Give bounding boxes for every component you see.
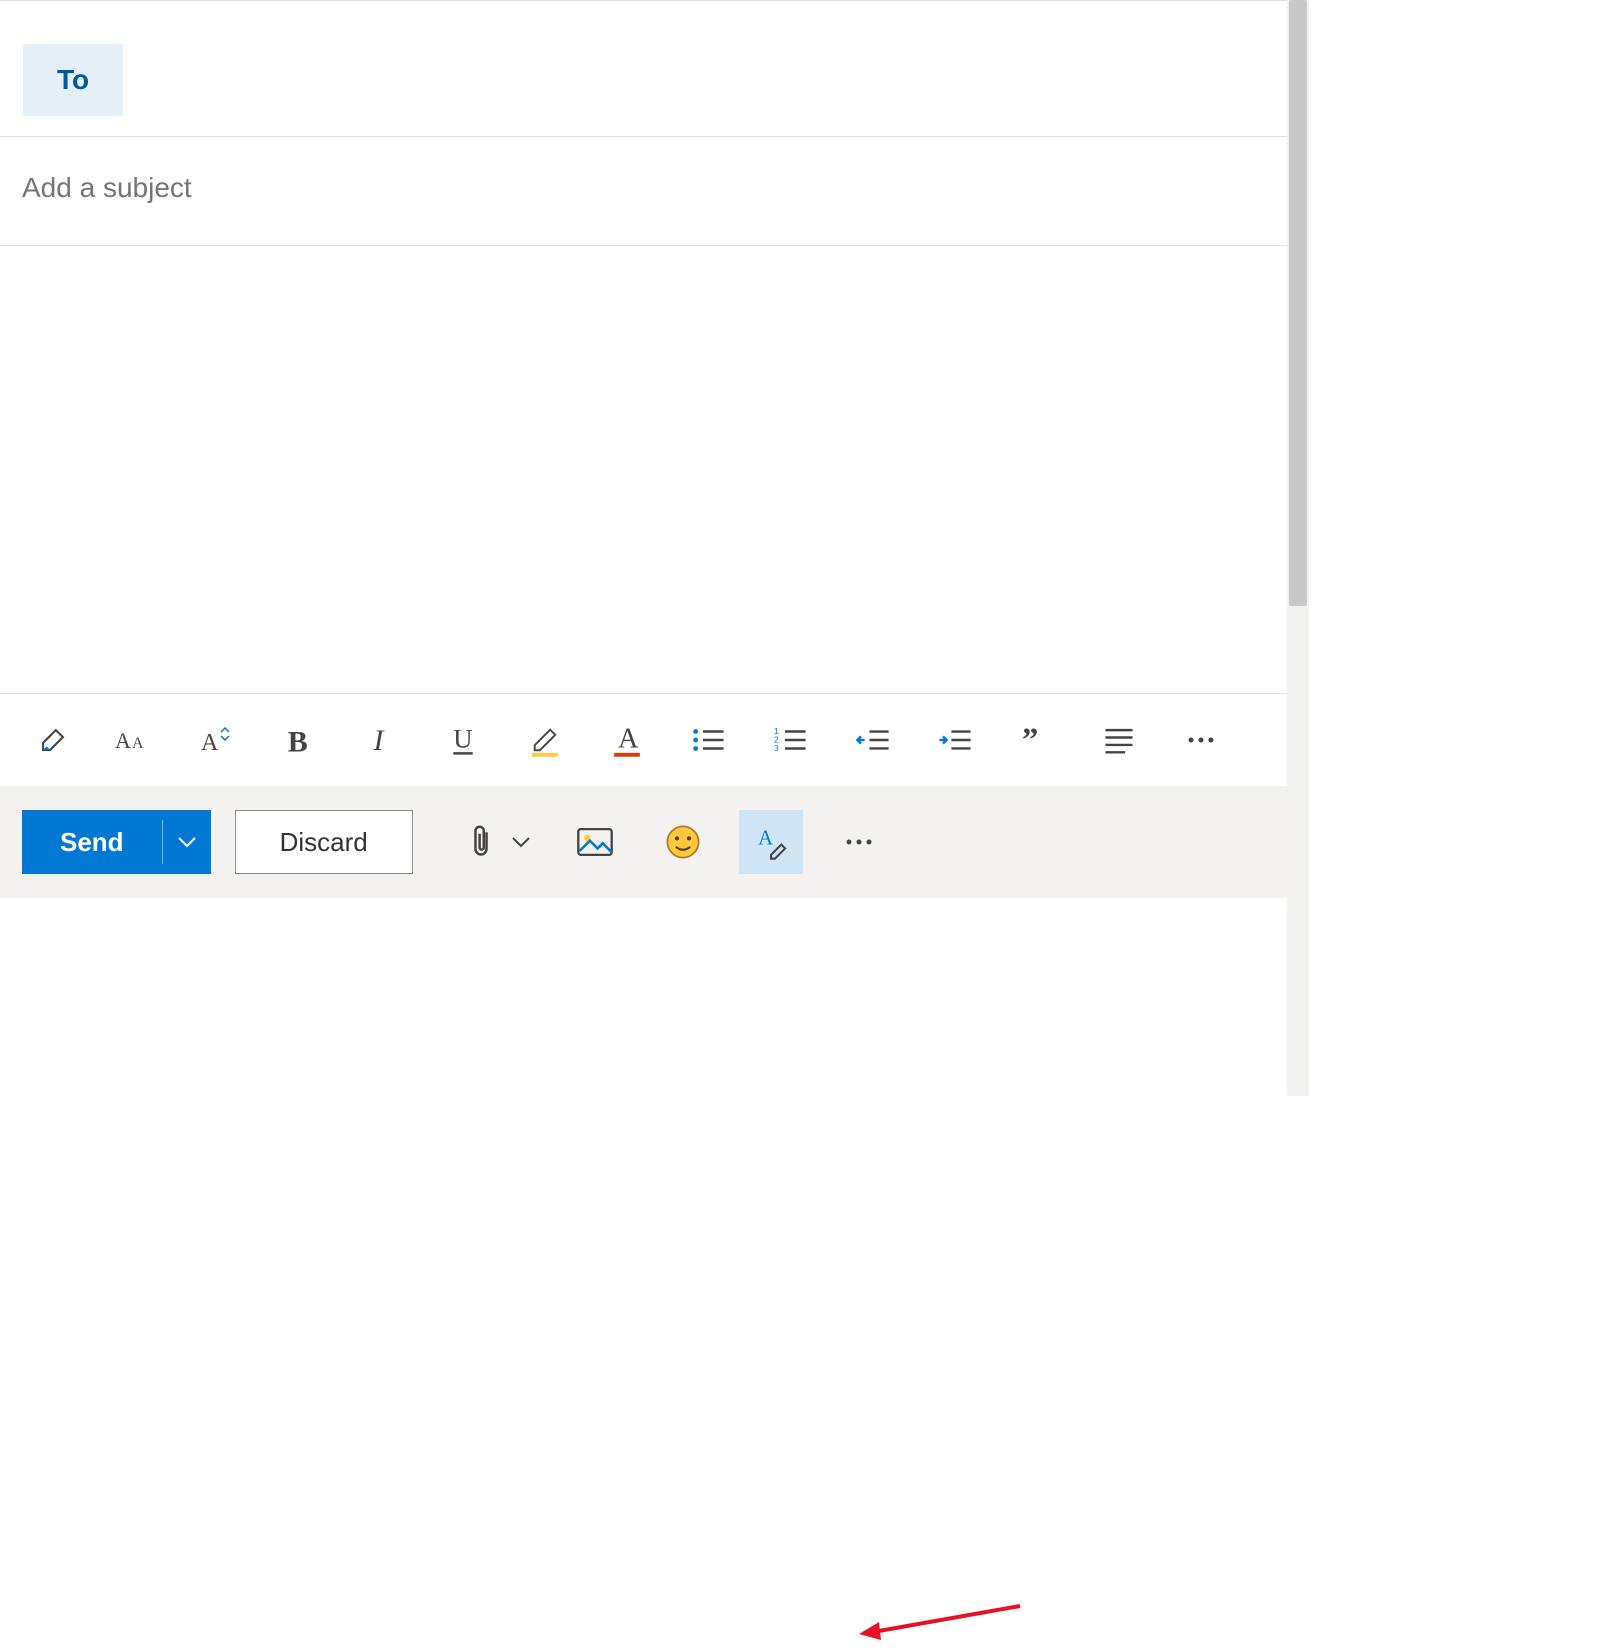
page-edge [1287, 0, 1600, 1096]
send-options-chevron-icon[interactable] [163, 836, 211, 848]
svg-text:A: A [201, 730, 219, 756]
attach-icon[interactable] [461, 810, 501, 874]
more-formatting-icon[interactable] [1176, 715, 1226, 765]
highlight-icon[interactable] [520, 715, 570, 765]
svg-text:A: A [115, 728, 131, 753]
editor-icon[interactable]: A [739, 810, 803, 874]
divider [0, 0, 1287, 23]
svg-text:B: B [288, 725, 308, 755]
attach-chevron-icon[interactable] [503, 810, 539, 874]
send-label: Send [22, 827, 162, 858]
quote-icon[interactable]: ” [1012, 715, 1062, 765]
to-row: To [0, 23, 1287, 137]
svg-text:”: ” [1022, 727, 1038, 753]
bold-icon[interactable]: B [274, 715, 324, 765]
scrollbar[interactable] [1287, 0, 1309, 1096]
numbering-icon[interactable]: 123 [766, 715, 816, 765]
svg-text:3: 3 [774, 743, 779, 753]
svg-text:A: A [758, 828, 773, 850]
increase-indent-icon[interactable] [930, 715, 980, 765]
alignment-icon[interactable] [1094, 715, 1144, 765]
send-bar: Send Discard A [0, 786, 1287, 898]
more-actions-icon[interactable] [827, 810, 891, 874]
italic-icon[interactable]: I [356, 715, 406, 765]
svg-text:A: A [132, 735, 144, 752]
decrease-indent-icon[interactable] [848, 715, 898, 765]
insert-picture-icon[interactable] [563, 810, 627, 874]
format-painter-icon[interactable] [28, 715, 78, 765]
svg-text:A: A [618, 724, 639, 755]
subject-row [0, 137, 1287, 246]
annotation-arrow [855, 1600, 1025, 1650]
subject-input[interactable] [22, 172, 1265, 204]
emoji-icon[interactable] [651, 810, 715, 874]
format-toolbar: AA A B I U A 123 ” [0, 693, 1287, 786]
font-case-icon[interactable]: AA [110, 715, 160, 765]
bullets-icon[interactable] [684, 715, 734, 765]
compose-pane: To AA A B I U A 123 [0, 0, 1287, 1096]
scrollbar-thumb[interactable] [1289, 0, 1307, 606]
font-color-icon[interactable]: A [602, 715, 652, 765]
font-size-icon[interactable]: A [192, 715, 242, 765]
svg-text:U: U [453, 723, 472, 753]
send-button[interactable]: Send [22, 810, 211, 874]
message-body[interactable] [0, 246, 1287, 693]
svg-text:I: I [373, 725, 386, 755]
underline-icon[interactable]: U [438, 715, 488, 765]
discard-button[interactable]: Discard [235, 810, 413, 874]
to-button[interactable]: To [23, 44, 123, 116]
